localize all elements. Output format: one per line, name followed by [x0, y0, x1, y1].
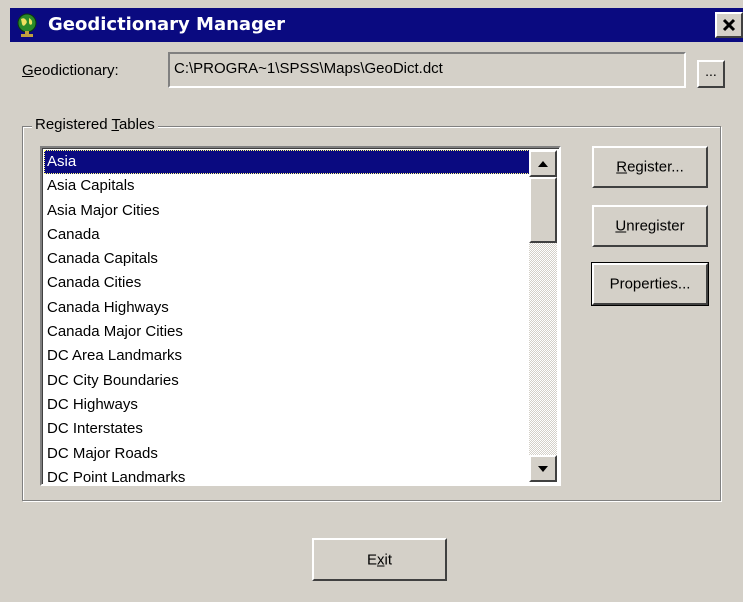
register-rest: egister... — [627, 158, 684, 176]
exit-pre: E — [366, 551, 377, 568]
geodictionary-label: Geodictionary: — [22, 62, 119, 79]
group-label-mnemonic: T — [111, 116, 119, 133]
list-item[interactable]: DC Highways — [44, 393, 530, 417]
properties-button-label: Properties... — [609, 275, 691, 293]
list-item[interactable]: DC Interstates — [44, 417, 530, 441]
list-item[interactable]: Canada Highways — [44, 296, 530, 320]
close-icon — [722, 18, 736, 32]
list-item[interactable]: DC Point Landmarks — [44, 466, 530, 484]
list-item[interactable]: Canada Cities — [44, 271, 530, 295]
browse-button[interactable]: ... — [697, 60, 725, 88]
register-mnemonic: R — [616, 158, 628, 176]
close-button[interactable] — [715, 12, 743, 38]
list-item[interactable]: Asia Capitals — [44, 174, 530, 198]
list-item[interactable]: DC Area Landmarks — [44, 344, 530, 368]
registered-tables-list[interactable]: Asia Asia Capitals Asia Major Cities Canada… — [40, 146, 561, 486]
list-item[interactable]: Asia Major Cities — [44, 199, 530, 223]
register-button-label: Register... — [594, 159, 706, 176]
exit-button[interactable]: Exit — [312, 538, 447, 581]
unregister-button-label: Unregister — [594, 218, 706, 235]
triangle-up-icon — [538, 160, 548, 167]
vertical-scrollbar[interactable] — [529, 150, 557, 482]
geodictionary-path-field[interactable]: C:\PROGRA~1\SPSS\Maps\GeoDict.dct — [168, 52, 686, 88]
group-label-prefix: Registered — [35, 116, 112, 133]
register-button[interactable]: Register... — [592, 146, 708, 188]
scroll-thumb[interactable] — [529, 177, 557, 243]
scroll-up-button[interactable] — [529, 150, 557, 177]
registered-tables-label: Registered Tables — [32, 116, 158, 133]
unregister-mnemonic: U — [615, 217, 627, 235]
exit-button-label: Exit — [314, 551, 445, 568]
group-label-rest: ables — [118, 116, 155, 133]
list-item[interactable]: Canada — [44, 223, 530, 247]
window-title: Geodictionary Manager — [48, 14, 286, 35]
list-item[interactable]: DC City Boundaries — [44, 369, 530, 393]
geodictionary-manager-dialog: Geodictionary Manager Geodictionary: C:\… — [0, 0, 743, 602]
properties-button[interactable]: Properties... — [591, 262, 709, 306]
triangle-down-icon — [538, 465, 548, 472]
exit-rest: it — [384, 551, 393, 568]
globe-icon — [17, 13, 37, 37]
unregister-rest: nregister — [626, 217, 685, 235]
list-items-container: Asia Asia Capitals Asia Major Cities Canada… — [44, 150, 530, 484]
list-item[interactable]: DC Major Roads — [44, 442, 530, 466]
scroll-down-button[interactable] — [529, 455, 557, 482]
list-item[interactable]: Asia — [44, 150, 530, 175]
exit-mnemonic: x — [377, 551, 385, 568]
unregister-button[interactable]: Unregister — [592, 205, 708, 247]
geodictionary-label-mnemonic: G — [22, 62, 34, 79]
list-item[interactable]: Canada Major Cities — [44, 320, 530, 344]
title-bar[interactable]: Geodictionary Manager — [10, 8, 743, 42]
list-item[interactable]: Canada Capitals — [44, 247, 530, 271]
geodictionary-label-text: eodictionary: — [33, 62, 119, 79]
